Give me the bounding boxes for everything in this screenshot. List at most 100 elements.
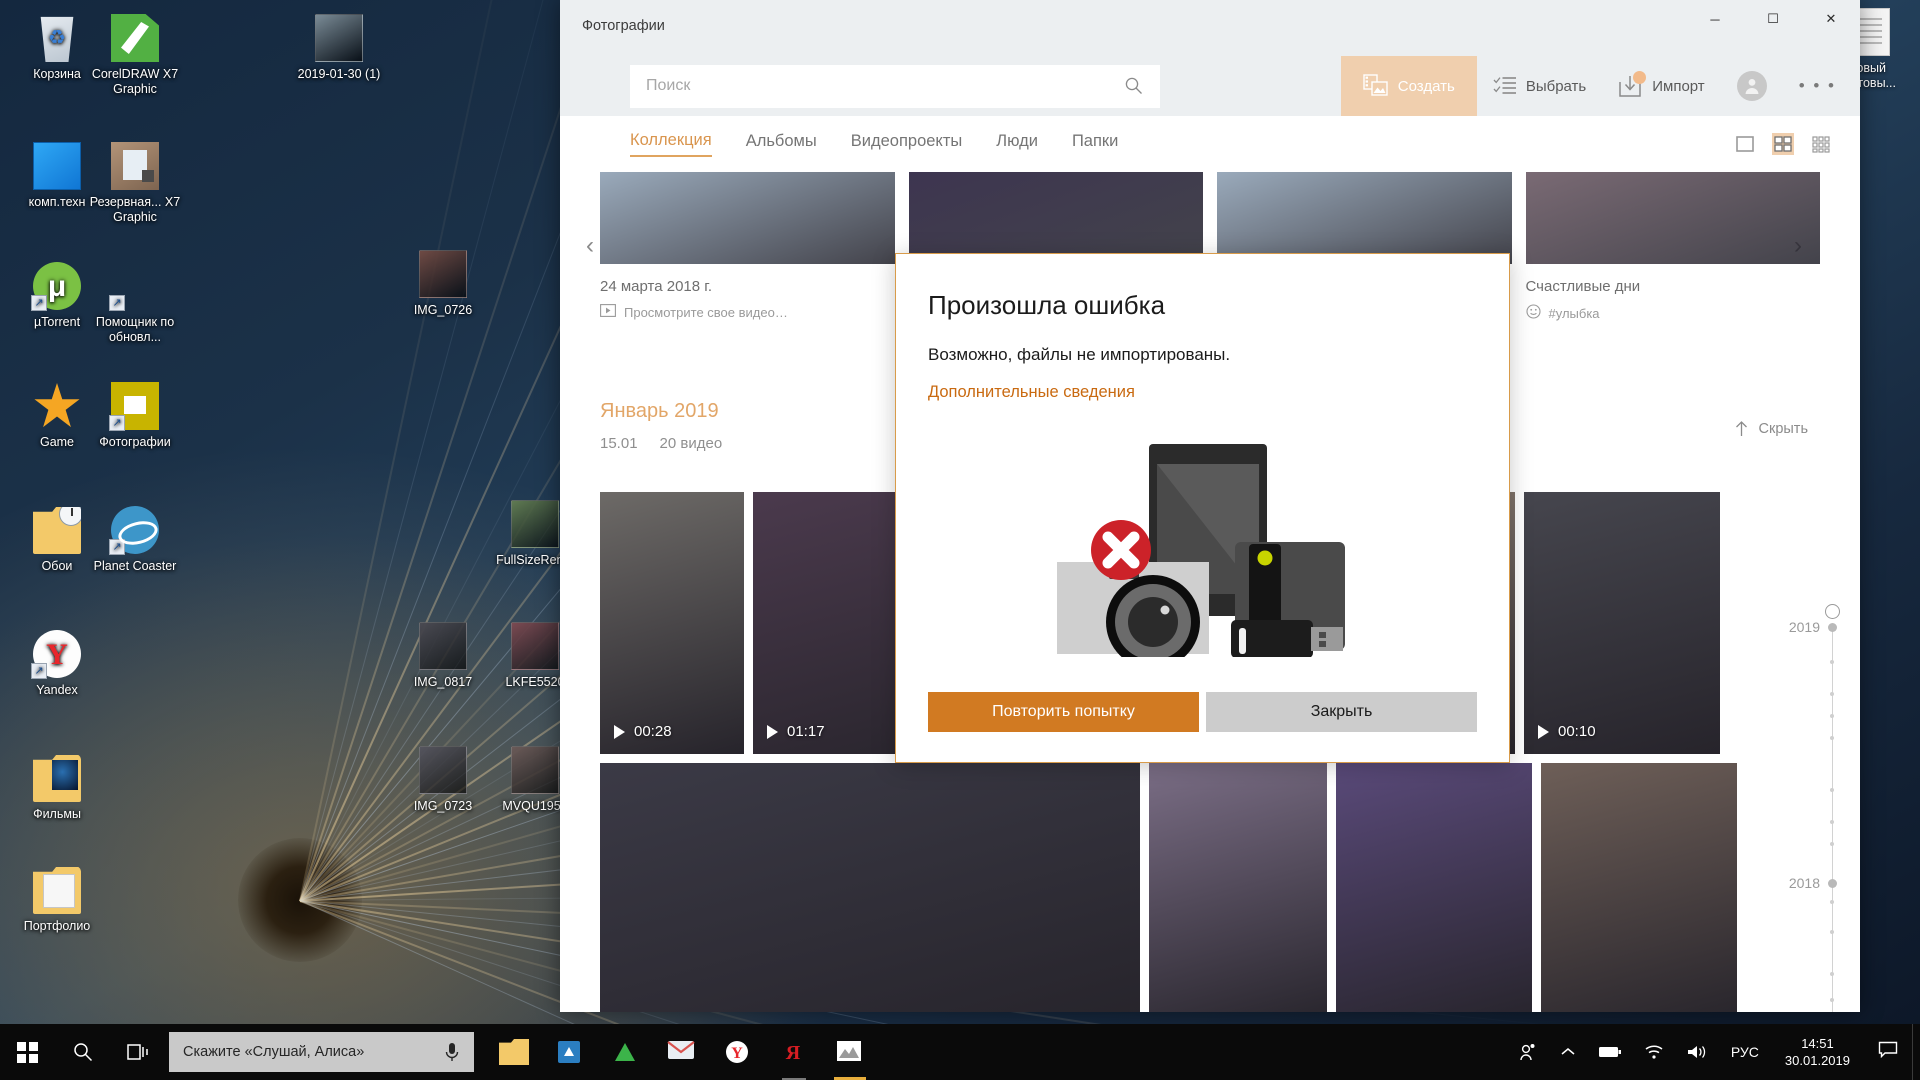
desktop-photo-5[interactable]: IMG_0723 — [394, 746, 492, 814]
timeline-tick-7 — [1830, 900, 1834, 904]
desktop-icon-1[interactable]: CorelDRAW X7 Graphic — [86, 14, 184, 97]
month-date: 15.01 — [600, 435, 638, 452]
desktop-icon-glyph: ↗ — [109, 506, 159, 555]
tab-2[interactable]: Видеопроекты — [851, 132, 963, 156]
taskbar-pin-photos[interactable] — [822, 1024, 878, 1080]
month-title: Январь 2019 — [600, 400, 719, 422]
import-badge — [1633, 71, 1647, 84]
shortcut-arrow-icon: ↗ — [109, 415, 125, 431]
notification-icon — [1878, 1041, 1898, 1059]
app-toolbar: Поиск Создать Выбрать Импорт • • • — [560, 56, 1860, 116]
retry-button[interactable]: Повторить попытку — [928, 692, 1199, 732]
tab-0[interactable]: Коллекция — [630, 131, 712, 157]
tab-4[interactable]: Папки — [1072, 132, 1118, 156]
start-button[interactable] — [0, 1024, 55, 1080]
close-dialog-button[interactable]: Закрыть — [1206, 692, 1477, 732]
desktop-icon-7[interactable]: ↗ Фотографии — [86, 382, 184, 450]
shortcut-arrow-icon: ↗ — [31, 295, 47, 311]
taskbar-pin-file-explorer[interactable] — [486, 1024, 542, 1080]
desktop-icon-label: Помощник по обновл... — [95, 315, 175, 344]
desktop-photo-1[interactable]: IMG_0726 — [394, 250, 492, 318]
battery-icon[interactable] — [1587, 1045, 1633, 1059]
desktop-photo-0[interactable]: 2019-01-30 (1) — [290, 14, 388, 82]
desktop-icon-label: Портфолио — [23, 919, 91, 933]
alice-placeholder: Скажите «Слушай, Алиса» — [183, 1044, 365, 1060]
microphone-icon[interactable] — [444, 1041, 460, 1063]
timeline-tick-8 — [1830, 930, 1834, 934]
month-count: 20 видео — [659, 435, 723, 452]
tab-3[interactable]: Люди — [996, 132, 1038, 156]
taskbar-pin-yandex-browser[interactable]: Y — [710, 1024, 766, 1080]
photo-grid-item-7[interactable] — [1336, 763, 1532, 1012]
hide-button[interactable]: Скрыть — [1734, 420, 1808, 437]
view-mode-single[interactable] — [1734, 133, 1756, 155]
video-duration-badge: 00:28 — [614, 723, 672, 740]
taskbar-pin-mail[interactable] — [654, 1024, 710, 1080]
minimize-button[interactable]: ─ — [1686, 0, 1744, 38]
photo-grid-item-8[interactable] — [1541, 763, 1737, 1012]
year-timeline-scrollbar[interactable]: 201920182017 — [1784, 602, 1860, 1012]
people-tray-icon[interactable] — [1507, 1042, 1549, 1062]
photo-thumbnail — [419, 250, 467, 298]
desktop-icon-11[interactable]: Фильмы — [8, 754, 106, 822]
search-icon — [1125, 77, 1142, 94]
taskbar-pin-green-app[interactable] — [598, 1024, 654, 1080]
notifications-button[interactable] — [1864, 1041, 1912, 1063]
memory-subtitle: Просмотрите свое видео… — [600, 295, 895, 320]
view-mode-medium[interactable] — [1772, 133, 1794, 155]
search-input[interactable]: Поиск — [630, 64, 1160, 108]
show-desktop-button[interactable] — [1912, 1024, 1920, 1080]
desktop-photo-3[interactable]: IMG_0817 — [394, 622, 492, 690]
video-duration-text: 01:17 — [787, 723, 825, 740]
alice-search-input[interactable]: Скажите «Слушай, Алиса» — [169, 1032, 474, 1072]
timeline-year-2019[interactable]: 2019 — [1784, 619, 1860, 635]
create-button[interactable]: Создать — [1340, 56, 1477, 116]
desktop-icon-10[interactable]: ↗ Yandex — [8, 630, 106, 698]
desktop-icon-3[interactable]: Резервная... X7 Graphic — [86, 142, 184, 225]
desktop-icon-glyph — [40, 16, 74, 62]
view-mode-small[interactable] — [1810, 133, 1832, 155]
task-view-button[interactable] — [110, 1024, 165, 1080]
desktop-icon-12[interactable]: Портфолио — [8, 866, 106, 934]
timeline-year-2018[interactable]: 2018 — [1784, 875, 1860, 891]
clock[interactable]: 14:51 30.01.2019 — [1771, 1035, 1864, 1069]
desktop-icon-5[interactable]: ↗ Помощник по обновл... — [86, 262, 184, 345]
memory-card-3[interactable]: Счастливые дни #улыбка — [1525, 172, 1820, 372]
taskbar-search-button[interactable] — [55, 1024, 110, 1080]
timeline-year-dot — [1828, 878, 1837, 888]
taskbar-pin-microsoft-store[interactable] — [542, 1024, 598, 1080]
taskbar: Скажите «Слушай, Алиса» YЯ РУС 14:51 30.… — [0, 1024, 1920, 1080]
more-info-link[interactable]: Дополнительные сведения — [928, 383, 1477, 402]
timeline-rail — [1832, 624, 1833, 1012]
more-options-button[interactable]: • • • — [1783, 56, 1852, 116]
photo-grid-item-6[interactable] — [1149, 763, 1327, 1012]
volume-icon[interactable] — [1675, 1044, 1719, 1060]
select-button[interactable]: Выбрать — [1477, 56, 1602, 116]
close-button[interactable]: ✕ — [1802, 0, 1860, 38]
shortcut-arrow-icon: ↗ — [109, 539, 125, 555]
play-icon — [1538, 724, 1549, 739]
desktop-icon-9[interactable]: ↗ Planet Coaster — [86, 506, 184, 574]
account-button[interactable] — [1721, 56, 1783, 116]
language-indicator[interactable]: РУС — [1719, 1044, 1771, 1060]
memory-card-0[interactable]: 24 марта 2018 г. Просмотрите свое видео… — [600, 172, 895, 372]
video-duration-badge: 01:17 — [767, 723, 825, 740]
tab-1[interactable]: Альбомы — [746, 132, 817, 156]
app-title: Фотографии — [582, 18, 665, 34]
taskbar-pin-yandex[interactable]: Я — [766, 1024, 822, 1080]
photo-grid-item-0[interactable]: 00:28 — [600, 492, 744, 754]
wifi-icon[interactable] — [1633, 1044, 1675, 1060]
photo-grid-item-4[interactable]: 00:10 — [1524, 492, 1720, 754]
taskbar-pinned-apps: YЯ — [486, 1024, 878, 1080]
windows-logo-icon — [17, 1041, 38, 1063]
timeline-handle[interactable] — [1825, 604, 1840, 619]
month-header: Январь 2019 15.01 20 видео — [600, 400, 722, 452]
show-hidden-icons-button[interactable] — [1549, 1046, 1587, 1058]
photo-grid-item-5[interactable] — [600, 763, 1140, 1012]
desktop-photo-label: IMG_0726 — [413, 303, 473, 317]
maximize-button[interactable]: ☐ — [1744, 0, 1802, 38]
error-illustration — [928, 406, 1477, 692]
svg-text:Y: Y — [731, 1045, 743, 1062]
timeline-tick-9 — [1830, 972, 1834, 976]
import-button[interactable]: Импорт — [1602, 56, 1720, 116]
